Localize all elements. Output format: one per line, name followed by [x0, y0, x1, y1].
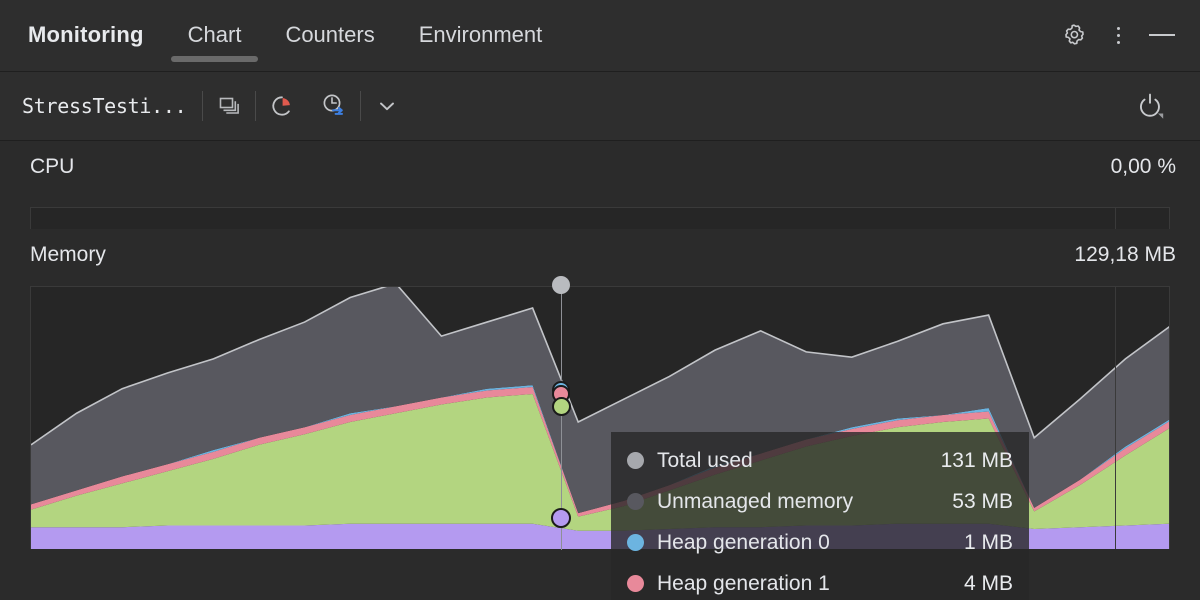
timeline-tracing-icon	[317, 89, 351, 123]
monitor-content: CPU 0,00 % Memory 129,18 MB Total used 13…	[0, 141, 1200, 600]
memory-value: 129,18 MB	[1074, 243, 1176, 267]
tab-chart-label: Chart	[188, 22, 242, 47]
memory-snapshot-icon	[214, 91, 244, 121]
tab-environment-label: Environment	[419, 22, 543, 47]
tab-chart[interactable]: Chart	[166, 0, 264, 70]
window-controls	[1054, 0, 1182, 70]
legend-row: Heap generation 1 4 MB	[627, 563, 1013, 600]
cpu-profiling-button[interactable]	[256, 80, 308, 132]
toolbar-right-group	[1124, 80, 1200, 132]
legend-series-name: Unmanaged memory	[657, 490, 853, 514]
more-profilers-button[interactable]	[361, 80, 413, 132]
legend-color-dot	[627, 452, 644, 469]
cpu-row-header: CPU 0,00 %	[0, 141, 1200, 199]
kebab-menu-icon	[1117, 27, 1120, 44]
memory-label: Memory	[30, 243, 106, 267]
hover-legend: Total used 131 MB Unmanaged memory 53 MB Hea…	[611, 432, 1029, 600]
page-title: Monitoring	[0, 0, 144, 70]
tab-counters-label: Counters	[285, 22, 374, 47]
legend-series-name: Heap generation 0	[657, 531, 830, 555]
kill-process-button[interactable]	[1124, 80, 1176, 132]
cpu-profiling-icon	[267, 91, 297, 121]
legend-color-dot	[627, 493, 644, 510]
power-icon	[1132, 88, 1168, 124]
minimize-button[interactable]	[1142, 15, 1182, 55]
tab-list: Monitoring Chart Counters Environment	[0, 0, 564, 70]
memory-chart-time-divider	[1115, 287, 1116, 549]
hover-marker-total-used	[552, 276, 570, 294]
chevron-down-icon	[374, 93, 400, 119]
gear-icon	[1061, 22, 1087, 48]
hover-marker-gen2	[552, 397, 571, 416]
tab-counters[interactable]: Counters	[263, 0, 396, 70]
legend-series-name: Heap generation 1	[657, 572, 830, 596]
cpu-chart[interactable]	[30, 207, 1170, 229]
legend-row: Heap generation 0 1 MB	[627, 522, 1013, 563]
memory-row-header: Memory 129,18 MB	[0, 229, 1200, 287]
dropdown-triangle-icon	[1158, 114, 1163, 119]
legend-color-dot	[627, 534, 644, 551]
memory-snapshot-button[interactable]	[203, 80, 255, 132]
timeline-tracing-button[interactable]	[308, 80, 360, 132]
process-name-label: StressTesti...	[0, 94, 202, 118]
legend-series-value: 131 MB	[941, 449, 1013, 473]
window-tabbar: Monitoring Chart Counters Environment	[0, 0, 1200, 72]
tab-environment[interactable]: Environment	[397, 0, 565, 70]
cpu-value: 0,00 %	[1111, 155, 1176, 179]
minimize-dash-icon	[1149, 34, 1175, 36]
legend-series-value: 1 MB	[964, 531, 1013, 555]
legend-row: Unmanaged memory 53 MB	[627, 481, 1013, 522]
hover-marker-loh-poh	[551, 508, 571, 528]
legend-series-value: 53 MB	[952, 490, 1013, 514]
legend-color-dot	[627, 575, 644, 592]
monitoring-window: Monitoring Chart Counters Environment	[0, 0, 1200, 600]
legend-row: Total used 131 MB	[627, 440, 1013, 481]
legend-series-name: Total used	[657, 449, 753, 473]
cpu-chart-time-divider	[1115, 208, 1116, 229]
legend-series-value: 4 MB	[964, 572, 1013, 596]
process-toolbar: StressTesti...	[0, 72, 1200, 141]
settings-button[interactable]	[1054, 15, 1094, 55]
more-options-button[interactable]	[1098, 15, 1138, 55]
cpu-label: CPU	[30, 155, 74, 179]
